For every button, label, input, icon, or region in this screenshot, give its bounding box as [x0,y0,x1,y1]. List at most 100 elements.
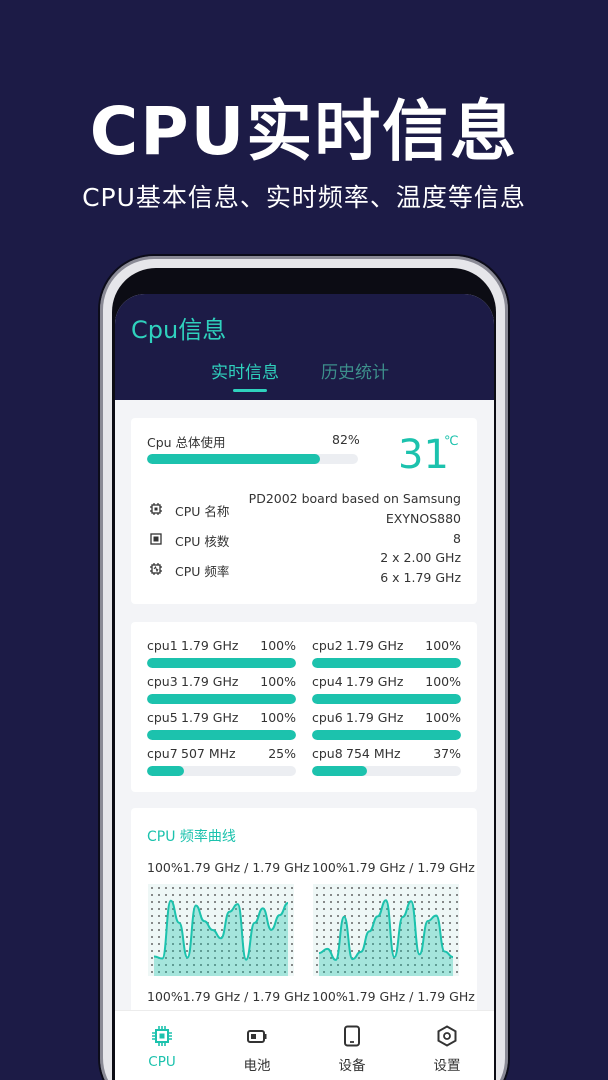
grid-dot [151,957,153,959]
nav-device[interactable]: 设备 [305,1011,399,1080]
grid-dot [351,936,353,938]
grid-dot [421,929,423,931]
grid-dot [358,901,360,903]
grid-dot [449,943,451,945]
nav-battery-label: 电池 [243,1058,271,1074]
core-frequency: 1.79 GHz [181,638,239,653]
graph-label: 100%1.79 GHz / 1.79 GHz [312,860,475,875]
core-frequency: 1.79 GHz [346,674,404,689]
tab-history[interactable]: 历史统计 [321,358,389,383]
grid-dot [456,922,458,924]
grid-dot [284,894,286,896]
grid-dot [214,901,216,903]
grid-dot [291,901,293,903]
grid-dot [249,908,251,910]
grid-dot [442,894,444,896]
grid-dot [179,908,181,910]
cpu-cores-card: cpu1 1.79 GHz 100% cpu2 1.79 GHz 100% cpu3 1.79… [131,622,477,792]
grid-dot [200,894,202,896]
grid-dot [400,901,402,903]
grid-dot [249,922,251,924]
grid-dot [393,922,395,924]
cpu-chip-icon [152,1026,172,1046]
tab-realtime[interactable]: 实时信息 [211,358,279,383]
grid-dot [393,887,395,889]
temperature-unit: ℃ [444,434,459,449]
nav-device-label: 设备 [338,1058,366,1074]
usage-progress-bar [147,454,358,464]
grid-dot [316,908,318,910]
grid-dot [407,894,409,896]
core-progress-bar [312,730,461,740]
grid-dot [256,908,258,910]
core-percent: 100% [260,710,296,725]
grid-dot [165,887,167,889]
grid-dot [358,943,360,945]
grid-dot [151,971,153,973]
grid-dot [449,901,451,903]
grid-dot [323,936,325,938]
grid-dot [442,901,444,903]
core-progress-fill [312,658,461,668]
graph-label: 100%1.79 GHz / 1.79 GHz [312,989,475,1004]
grid-dot [186,908,188,910]
grid-dot [270,908,272,910]
grid-dot [421,894,423,896]
core-progress-fill [147,766,185,776]
grid-dot [249,929,251,931]
core-progress-bar [312,694,461,704]
core-progress-bar [147,658,296,668]
core-progress-fill [147,694,296,704]
promo-subtitle: CPU基本信息、实时频率、温度等信息 [82,183,526,212]
graph-label: 100%1.79 GHz / 1.79 GHz [147,860,310,875]
grid-dot [151,964,153,966]
grid-dot [323,929,325,931]
grid-dot [372,908,374,910]
grid-dot [228,901,230,903]
grid-dot [249,894,251,896]
grid-dot [456,936,458,938]
core-name: cpu7 [147,746,178,761]
grid-dot [186,943,188,945]
grid-dot [421,936,423,938]
temperature-value: 31 [398,432,449,478]
grid-dot [221,894,223,896]
nav-settings[interactable]: 设置 [400,1011,494,1080]
nav-battery[interactable]: 电池 [210,1011,304,1080]
core-percent: 37% [433,746,461,761]
grid-dot [235,887,237,889]
grid-dot [323,901,325,903]
grid-dot [428,915,430,917]
grid-dot [186,922,188,924]
grid-dot [316,922,318,924]
grid-dot [337,915,339,917]
grid-dot [393,915,395,917]
grid-dot [365,901,367,903]
core-name: cpu5 [147,710,178,725]
nav-cpu[interactable]: CPU [115,1011,209,1080]
grid-dot [291,908,293,910]
grid-dot [449,929,451,931]
grid-dot [351,894,353,896]
core-name: cpu2 [312,638,343,653]
core-percent: 100% [425,710,461,725]
cpu-name-value-line2: EXYNOS880 [385,511,461,526]
cpu-frequency-icon [150,563,162,575]
grid-dot [186,887,188,889]
usage-progress-fill [147,454,321,464]
grid-dot [330,943,332,945]
graph-label: 100%1.79 GHz / 1.79 GHz [147,989,310,1004]
grid-dot [428,894,430,896]
grid-dot [270,922,272,924]
grid-dot [379,894,381,896]
grid-dot [277,894,279,896]
grid-dot [193,887,195,889]
frequency-curve-title: CPU 频率曲线 [147,829,236,845]
grid-dot [358,922,360,924]
grid-dot [221,901,223,903]
grid-dot [372,887,374,889]
grid-dot [277,908,279,910]
core-percent: 100% [425,638,461,653]
grid-dot [372,915,374,917]
grid-dot [421,915,423,917]
